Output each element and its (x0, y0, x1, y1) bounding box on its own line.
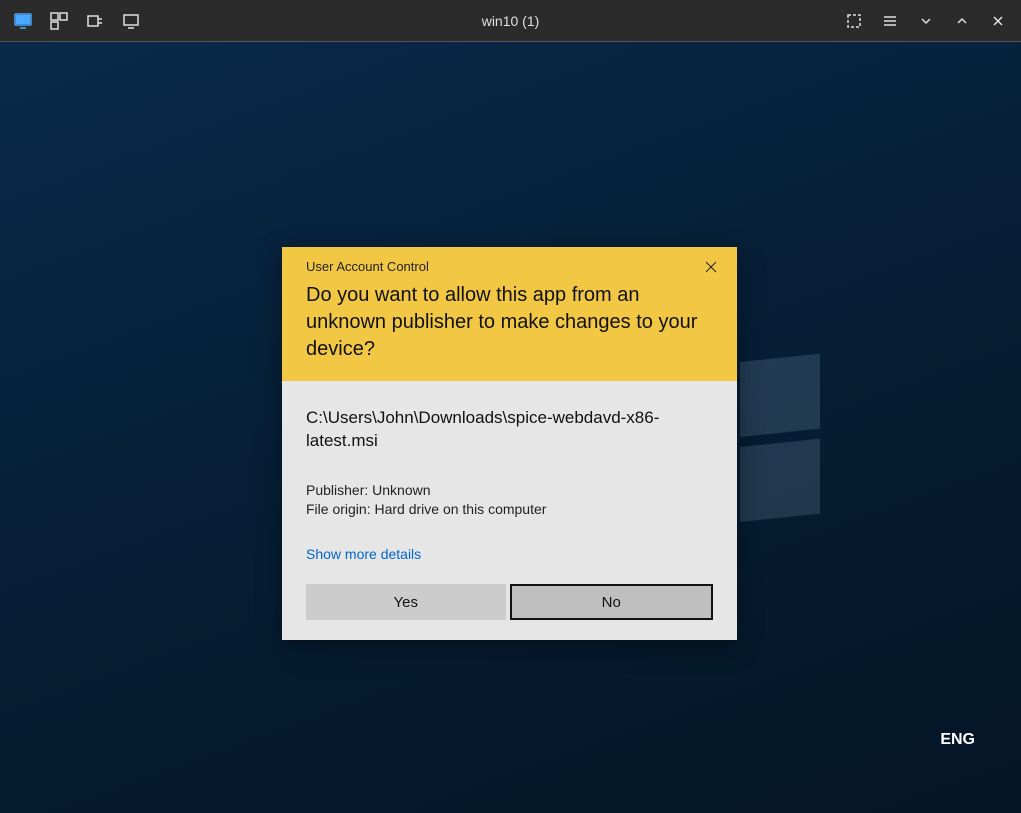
display-icon[interactable] (122, 12, 140, 30)
language-indicator[interactable]: ENG (940, 731, 975, 749)
vm-titlebar: win10 (1) (0, 0, 1021, 42)
yes-button[interactable]: Yes (306, 584, 506, 620)
usb-icon[interactable] (86, 12, 104, 30)
uac-header: User Account Control Do you want to allo… (282, 247, 737, 381)
uac-question: Do you want to allow this app from an un… (306, 282, 713, 363)
layout-icon[interactable] (50, 12, 68, 30)
chevron-up-icon[interactable] (953, 12, 971, 30)
origin-line: File origin: Hard drive on this computer (306, 500, 713, 520)
fullscreen-icon[interactable] (845, 12, 863, 30)
uac-filepath: C:\Users\John\Downloads\spice-webdavd-x8… (306, 407, 713, 453)
uac-metadata: Publisher: Unknown File origin: Hard dri… (306, 481, 713, 520)
uac-body: C:\Users\John\Downloads\spice-webdavd-x8… (282, 381, 737, 640)
uac-title: User Account Control (306, 259, 713, 274)
no-button[interactable]: No (510, 584, 714, 620)
uac-dialog: User Account Control Do you want to allo… (282, 247, 737, 640)
show-details-link[interactable]: Show more details (306, 546, 421, 562)
desktop: User Account Control Do you want to allo… (0, 42, 1021, 813)
vm-title: win10 (1) (482, 13, 540, 29)
menu-icon[interactable] (881, 12, 899, 30)
publisher-line: Publisher: Unknown (306, 481, 713, 501)
close-vm-icon[interactable] (989, 12, 1007, 30)
monitor-icon[interactable] (14, 12, 32, 30)
chevron-down-icon[interactable] (917, 12, 935, 30)
close-button[interactable] (703, 259, 719, 275)
